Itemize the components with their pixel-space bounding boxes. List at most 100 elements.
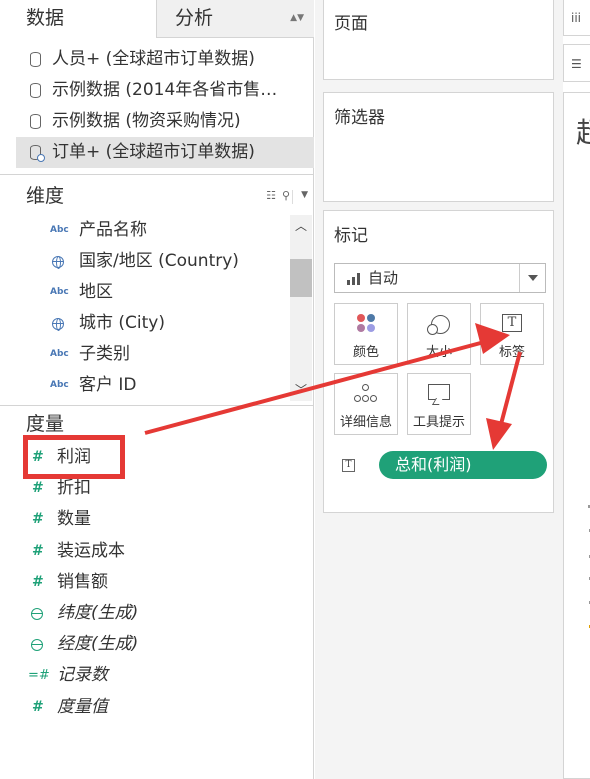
worksheet-area: iii ☰ 超 [563, 0, 590, 779]
dimension-field[interactable]: Abc 客户 ID [0, 370, 290, 401]
calculated-number-icon: =# [28, 668, 50, 684]
view-canvas[interactable]: 超 [563, 92, 590, 779]
bar-chart-icon [347, 273, 361, 285]
size-label: 大小 [425, 345, 452, 360]
database-icon [30, 52, 41, 67]
globe-icon [52, 318, 64, 331]
field-label: 度量值 [57, 696, 108, 717]
dimension-field[interactable]: 国家/地区 (Country) [0, 246, 290, 277]
field-label: 城市 (City) [79, 313, 165, 333]
mark-type-label: 自动 [368, 269, 399, 287]
number-type-icon: # [32, 698, 44, 715]
measure-field[interactable]: # 销售额 [0, 567, 314, 598]
datasource-item-selected[interactable]: 订单+ (全球超市订单数据) [16, 137, 314, 168]
cards-pane: 页面 筛选器 标记 自动 颜色 大小 T 标签 详细信息 工具提示 T 总和(利… [315, 0, 563, 779]
datasource-item[interactable]: 示例数据 (物资采购情况) [16, 106, 314, 137]
field-label: 数量 [57, 509, 91, 530]
datasource-item[interactable]: 人员+ (全球超市订单数据) [16, 44, 314, 75]
view-toggle-icon[interactable]: ☷ [266, 189, 276, 202]
field-label: 装运成本 [57, 540, 125, 561]
dimension-field[interactable]: Abc 地区 [0, 277, 290, 308]
sort-arrows-icon[interactable]: ▲▼ [290, 0, 304, 36]
columns-shelf[interactable]: iii [563, 0, 590, 36]
tab-data[interactable]: 数据 [0, 0, 156, 38]
number-type-icon: # [32, 542, 44, 559]
globe-icon [52, 256, 64, 269]
dimension-field[interactable]: Abc 子类别 [0, 339, 290, 370]
datasource-list: 人员+ (全球超市订单数据) 示例数据 (2014年各省市售… 示例数据 (物资… [0, 44, 314, 168]
marks-field-row: T 总和(利润) [342, 451, 550, 481]
tab-analysis[interactable]: 分析 ▲▼ [156, 0, 314, 38]
field-label: 子类别 [79, 344, 130, 364]
color-button[interactable]: 颜色 [334, 303, 398, 365]
chevron-down-icon[interactable] [519, 264, 545, 292]
number-type-icon: # [32, 511, 44, 528]
dimensions-header: 维度 ☷ ⚲ ▼ [0, 180, 314, 212]
field-label: 客户 ID [79, 375, 137, 395]
dimensions-title: 维度 [26, 185, 65, 207]
measures-title: 度量 [26, 413, 65, 435]
string-type-icon: Abc [50, 380, 69, 390]
pages-card[interactable]: 页面 [323, 0, 554, 80]
measure-field[interactable]: # 装运成本 [0, 536, 314, 567]
datasource-label: 人员+ (全球超市订单数据) [52, 49, 255, 69]
globe-icon [31, 607, 43, 620]
rows-shelf[interactable]: ☰ [563, 44, 590, 82]
field-label: 纬度(生成) [57, 602, 139, 623]
search-icon[interactable]: ⚲ [282, 189, 290, 202]
label-button[interactable]: T 标签 [480, 303, 544, 365]
scroll-up-icon[interactable]: ︿ [294, 219, 308, 233]
divider [0, 174, 314, 175]
measures-list: # 利润 # 折扣 # 数量 # 装运成本 # 销售额 纬度(生成) 经度(生成… [0, 442, 314, 723]
filters-card[interactable]: 筛选器 [323, 92, 554, 202]
tooltip-icon [428, 384, 450, 404]
size-icon [427, 314, 451, 335]
marks-card: 标记 自动 颜色 大小 T 标签 详细信息 工具提示 T 总和(利润) [323, 210, 554, 513]
globe-icon [31, 639, 43, 652]
dimension-field[interactable]: 城市 (City) [0, 308, 290, 339]
number-type-icon: # [32, 573, 44, 590]
measure-field[interactable]: # 度量值 [0, 692, 314, 723]
color-label: 颜色 [352, 345, 379, 360]
scroll-thumb[interactable] [290, 259, 312, 297]
measure-field[interactable]: # 数量 [0, 504, 314, 535]
measure-field[interactable]: 经度(生成) [0, 629, 314, 660]
data-pane: 数据 分析 ▲▼ 人员+ (全球超市订单数据) 示例数据 (2014年各省市售…… [0, 0, 314, 779]
measure-field[interactable]: =# 记录数 [0, 660, 314, 691]
datasource-item[interactable]: 示例数据 (2014年各省市售… [16, 75, 314, 106]
string-type-icon: Abc [50, 225, 69, 235]
size-button[interactable]: 大小 [407, 303, 471, 365]
dimensions-scrollbar[interactable]: ︿ ﹀ [290, 215, 312, 401]
highlight-box [23, 435, 125, 479]
dimension-field[interactable]: Abc 产品名称 [0, 215, 290, 246]
text-label-icon: T [502, 314, 522, 332]
field-label: 记录数 [57, 665, 108, 686]
data-pane-tabs: 数据 分析 ▲▼ [0, 0, 314, 38]
datasource-label: 示例数据 (物资采购情况) [52, 111, 241, 131]
detail-label: 详细信息 [339, 415, 392, 430]
string-type-icon: Abc [50, 287, 69, 297]
tooltip-button[interactable]: 工具提示 [407, 373, 471, 435]
pages-card-title: 页面 [334, 14, 368, 34]
field-label: 国家/地区 (Country) [79, 251, 239, 271]
color-icon [356, 314, 376, 334]
field-label: 产品名称 [79, 220, 147, 240]
sum-profit-pill[interactable]: 总和(利润) [379, 451, 547, 479]
marks-card-title: 标记 [334, 226, 368, 246]
field-label: 销售额 [57, 571, 108, 592]
dimension-menu-icon[interactable]: ▼ [292, 190, 308, 204]
measure-field[interactable]: 纬度(生成) [0, 598, 314, 629]
label-encoding-icon[interactable]: T [342, 459, 355, 472]
database-icon [30, 83, 41, 98]
field-label: 折扣 [57, 478, 91, 499]
label-label: 标签 [498, 345, 525, 360]
mark-type-dropdown[interactable]: 自动 [334, 263, 546, 293]
field-label: 经度(生成) [57, 634, 139, 655]
tooltip-label: 工具提示 [412, 415, 465, 430]
datasource-label: 订单+ (全球超市订单数据) [52, 142, 255, 162]
detail-button[interactable]: 详细信息 [334, 373, 398, 435]
string-type-icon: Abc [50, 349, 69, 359]
dimensions-list: Abc 产品名称 国家/地区 (Country) Abc 地区 城市 (City… [0, 215, 290, 401]
datasource-label: 示例数据 (2014年各省市售… [52, 80, 278, 100]
scroll-down-icon[interactable]: ﹀ [294, 383, 308, 397]
